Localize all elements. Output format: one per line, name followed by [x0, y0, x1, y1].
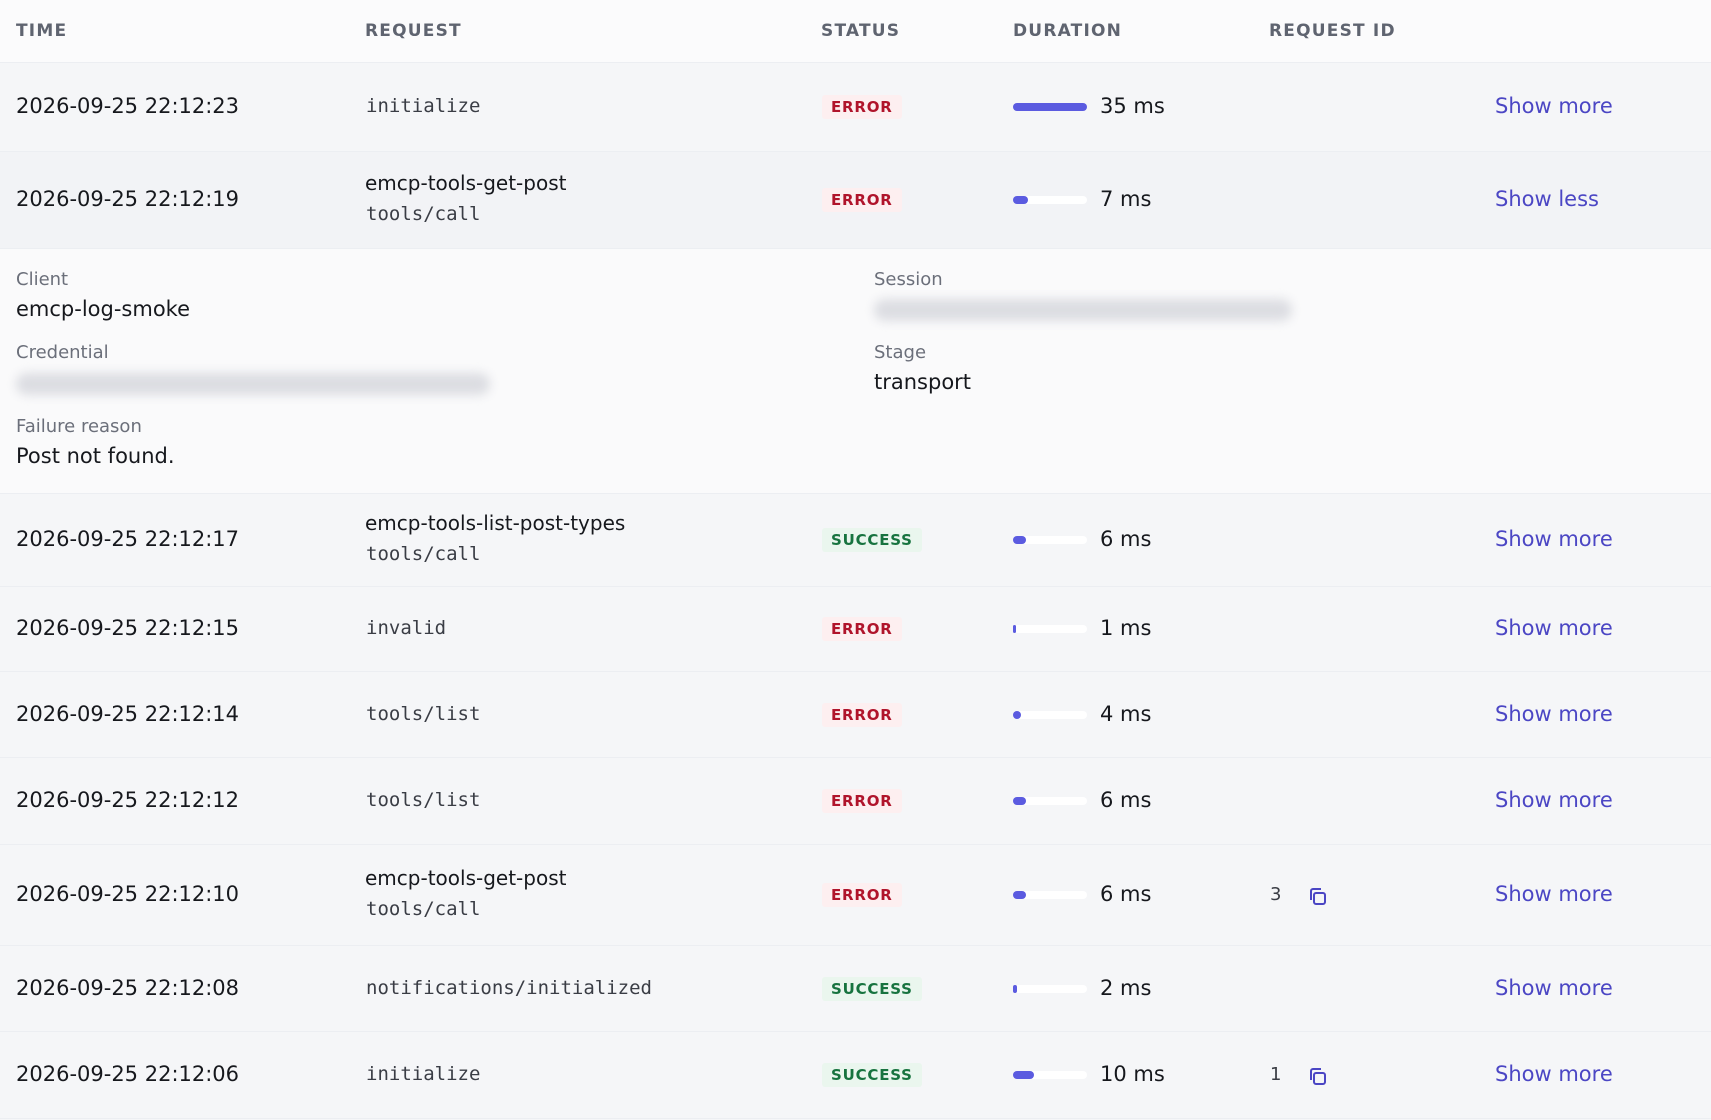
duration-bar: [1013, 797, 1087, 805]
duration-label: 6 ms: [1100, 882, 1152, 906]
credential-label: Credential: [16, 342, 109, 363]
session-label: Session: [874, 269, 943, 290]
show-more-link[interactable]: Show more: [1495, 702, 1613, 726]
client-label: Client: [16, 269, 69, 290]
show-less-link[interactable]: Show less: [1495, 187, 1599, 211]
row-time: 2026-09-25 22:12:10: [16, 882, 240, 906]
row-time: 2026-09-25 22:12:15: [16, 616, 240, 640]
row-time: 2026-09-25 22:12:19: [16, 187, 240, 211]
duration-bar-fill: [1013, 196, 1028, 204]
request-details-panel: Client emcp-log-smoke Credential Failure re…: [0, 249, 1711, 494]
show-more-link[interactable]: Show more: [1495, 788, 1613, 812]
status-badge: SUCCESS: [822, 528, 922, 552]
table-row[interactable]: 2026-09-25 22:12:14 tools/list ERROR 4 ms Sh…: [0, 672, 1711, 758]
duration-bar: [1013, 710, 1087, 719]
duration-bar: [1013, 196, 1087, 204]
duration-label: 1 ms: [1100, 616, 1152, 640]
duration-bar-fill: [1013, 536, 1026, 544]
duration-label: 7 ms: [1100, 187, 1152, 211]
show-more-link[interactable]: Show more: [1495, 616, 1613, 640]
request-method: tools/call: [366, 898, 481, 920]
stage-value: transport: [874, 370, 972, 394]
request-method: tools/list: [366, 702, 481, 725]
duration-bar: [1013, 103, 1087, 111]
row-time: 2026-09-25 22:12:23: [16, 94, 240, 118]
stage-label: Stage: [874, 342, 927, 363]
duration-bar: [1013, 891, 1087, 899]
duration-bar-fill: [1013, 891, 1026, 899]
duration-label: 35 ms: [1100, 94, 1165, 118]
duration-label: 6 ms: [1100, 527, 1152, 551]
column-header-status: STATUS: [821, 21, 901, 41]
status-badge: ERROR: [822, 702, 902, 727]
duration-bar-fill: [1013, 1071, 1034, 1079]
column-header-request: REQUEST: [365, 21, 462, 41]
failure-reason-label: Failure reason: [16, 416, 142, 437]
request-id: 1: [1270, 1064, 1282, 1085]
show-more-link[interactable]: Show more: [1495, 527, 1613, 551]
duration-bar-fill: [1013, 625, 1016, 633]
status-badge: SUCCESS: [822, 1063, 922, 1087]
status-badge: ERROR: [822, 617, 902, 641]
table-row[interactable]: 2026-09-25 22:12:10 emcp-tools-get-post to…: [0, 845, 1711, 946]
status-badge: ERROR: [822, 188, 902, 212]
credential-value-redacted: [16, 373, 490, 395]
row-time: 2026-09-25 22:12:12: [16, 788, 240, 812]
request-method: initialize: [366, 1063, 481, 1085]
request-method: tools/call: [366, 543, 481, 565]
copy-icon[interactable]: [1307, 1066, 1329, 1088]
table-row[interactable]: 2026-09-25 22:12:08 notifications/initial…: [0, 946, 1711, 1032]
column-header-duration: DURATION: [1013, 21, 1123, 41]
table-header: TIME REQUEST STATUS DURATION REQUEST ID: [0, 0, 1711, 63]
request-method: initialize: [366, 95, 481, 117]
request-method: notifications/initialized: [366, 976, 652, 999]
column-header-request-id: REQUEST ID: [1269, 21, 1396, 41]
row-time: 2026-09-25 22:12:14: [16, 701, 240, 726]
show-more-link[interactable]: Show more: [1495, 94, 1613, 118]
duration-bar-fill: [1013, 797, 1026, 805]
client-value: emcp-log-smoke: [16, 297, 190, 321]
show-more-link[interactable]: Show more: [1495, 882, 1613, 906]
request-name: emcp-tools-get-post: [365, 866, 567, 890]
table-row[interactable]: 2026-09-25 22:12:06 initialize SUCCESS 10 m…: [0, 1032, 1711, 1119]
status-badge: ERROR: [822, 883, 902, 907]
duration-bar: [1013, 1071, 1087, 1079]
failure-reason-value: Post not found.: [16, 444, 175, 468]
show-more-link[interactable]: Show more: [1495, 976, 1613, 1000]
request-name: emcp-tools-get-post: [365, 171, 567, 195]
duration-bar-fill: [1013, 710, 1021, 719]
status-badge: ERROR: [822, 789, 902, 813]
duration-bar-fill: [1013, 103, 1087, 111]
request-method: tools/list: [366, 789, 481, 811]
duration-bar: [1013, 984, 1087, 993]
duration-label: 4 ms: [1100, 701, 1152, 726]
table-row[interactable]: 2026-09-25 22:12:17 emcp-tools-list-post-…: [0, 494, 1711, 587]
request-log-table: TIME REQUEST STATUS DURATION REQUEST ID …: [0, 0, 1711, 1119]
table-row[interactable]: 2026-09-25 22:12:12 tools/list ERROR 6 ms Sh…: [0, 758, 1711, 845]
row-time: 2026-09-25 22:12:06: [16, 1062, 240, 1086]
table-row[interactable]: 2026-09-25 22:12:23 initialize ERROR 35 ms S…: [0, 63, 1711, 152]
copy-icon[interactable]: [1307, 886, 1329, 908]
status-badge: SUCCESS: [822, 976, 922, 1001]
duration-label: 6 ms: [1100, 788, 1152, 812]
request-id: 3: [1270, 884, 1282, 905]
duration-label: 2 ms: [1100, 975, 1152, 1000]
request-name: emcp-tools-list-post-types: [365, 511, 626, 535]
row-time: 2026-09-25 22:12:08: [16, 975, 240, 1000]
duration-bar: [1013, 536, 1087, 544]
duration-bar: [1013, 625, 1087, 633]
session-value-redacted: [874, 299, 1292, 321]
table-body: 2026-09-25 22:12:23 initialize ERROR 35 ms S…: [0, 63, 1711, 1119]
request-method: tools/call: [366, 203, 481, 225]
table-row[interactable]: 2026-09-25 22:12:19 emcp-tools-get-post to…: [0, 152, 1711, 249]
duration-label: 10 ms: [1100, 1062, 1165, 1086]
column-header-time: TIME: [16, 21, 68, 41]
row-time: 2026-09-25 22:12:17: [16, 527, 240, 551]
duration-bar-fill: [1013, 984, 1017, 993]
table-row[interactable]: 2026-09-25 22:12:15 invalid ERROR 1 ms Show …: [0, 587, 1711, 672]
request-method: invalid: [366, 617, 447, 639]
status-badge: ERROR: [822, 95, 902, 119]
show-more-link[interactable]: Show more: [1495, 1062, 1613, 1086]
